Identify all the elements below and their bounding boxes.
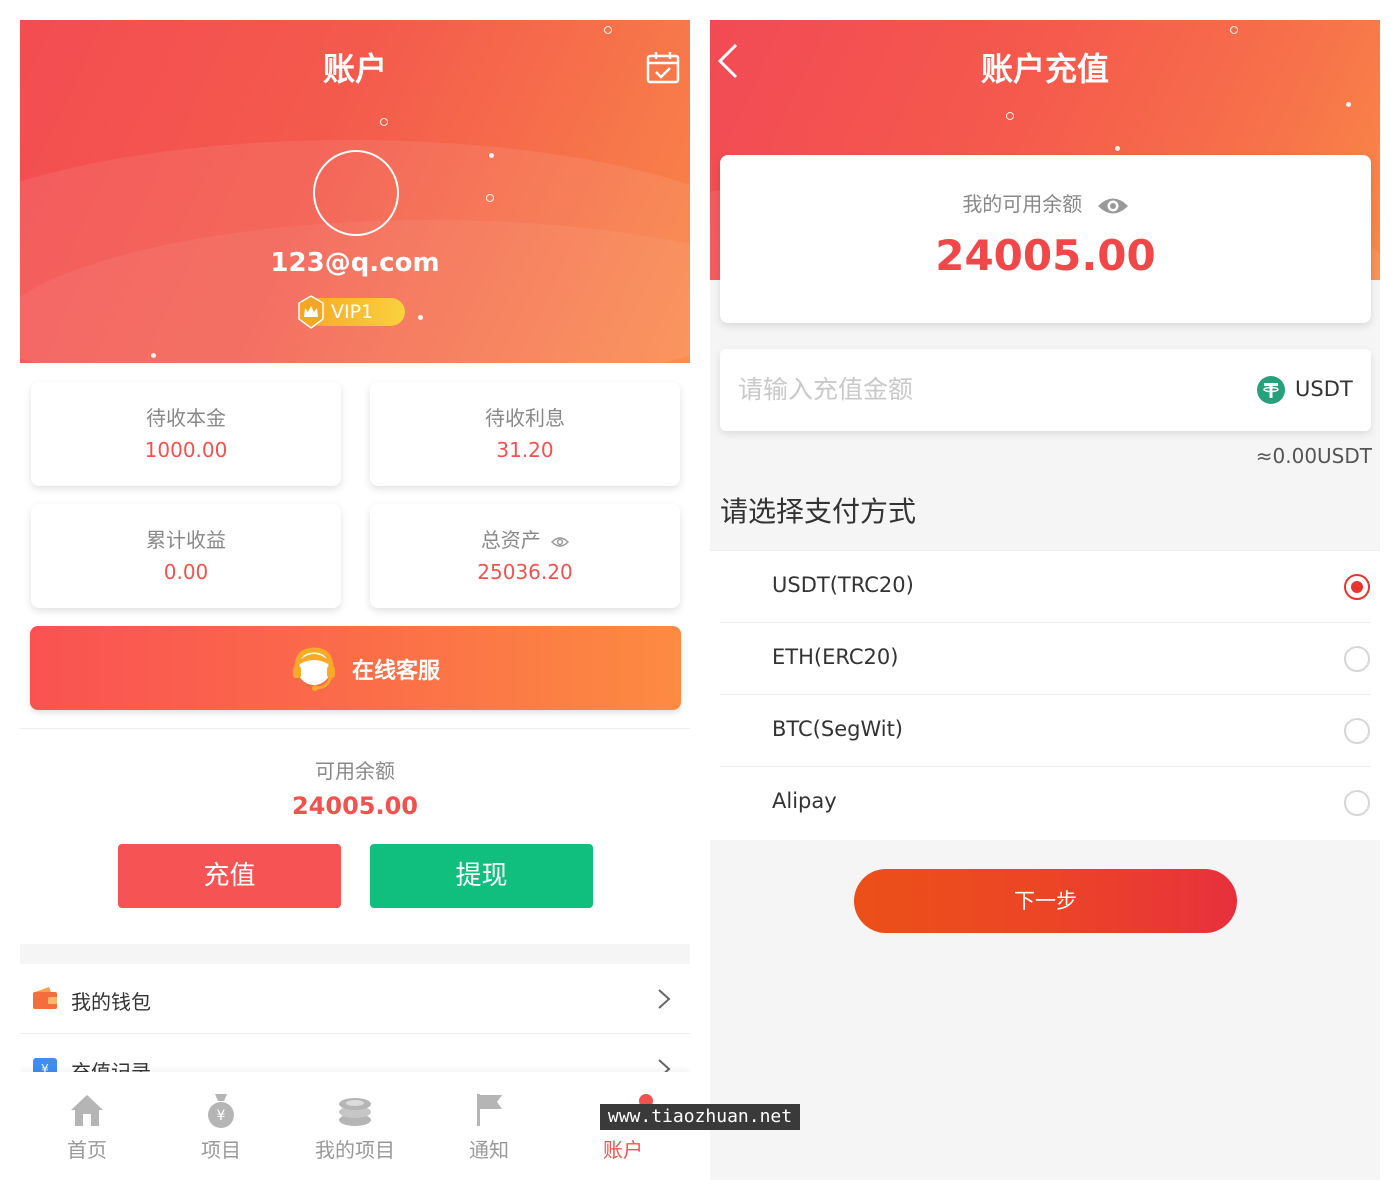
payment-method-list: USDT(TRC20) ETH(ERC20) BTC(SegWit) Alipa… bbox=[710, 550, 1380, 840]
available-value: 24005.00 bbox=[935, 231, 1156, 280]
money-bag-icon: ¥ bbox=[208, 1094, 234, 1128]
available-balance-card: 我的可用余额 24005.00 bbox=[720, 155, 1371, 323]
radio-button[interactable] bbox=[1344, 646, 1370, 672]
account-header: 账户 123@q.com VIP1 bbox=[20, 20, 690, 363]
tab-projects[interactable]: ¥ 项目 bbox=[154, 1072, 288, 1180]
recharge-screen: 账户充值 我的可用余额 24005.00 USDT ≈0.00USDT 请选择支… bbox=[710, 20, 1380, 1180]
stat-card-principal: 待收本金 1000.00 bbox=[31, 382, 341, 486]
page-title: 账户充值 bbox=[980, 50, 1109, 88]
available-label-row: 我的可用余额 bbox=[720, 188, 1371, 217]
recharge-button[interactable]: 充值 bbox=[118, 844, 341, 908]
usdt-coin-icon bbox=[1257, 376, 1285, 404]
stat-card-interest: 待收利息 31.20 bbox=[370, 382, 680, 486]
service-label: 在线客服 bbox=[352, 659, 441, 684]
withdraw-button[interactable]: 提现 bbox=[370, 844, 593, 908]
stat-card-earnings: 累计收益 0.00 bbox=[31, 504, 341, 608]
payment-option-label: USDT(TRC20) bbox=[772, 573, 914, 597]
currency-label: USDT bbox=[1295, 377, 1353, 401]
balance-value: 24005.00 bbox=[291, 792, 418, 820]
user-email: 123@q.com bbox=[270, 248, 440, 278]
decor-dot bbox=[486, 194, 494, 202]
coin-stack-icon bbox=[339, 1098, 371, 1126]
tab-home[interactable]: 首页 bbox=[20, 1072, 154, 1180]
chevron-right-icon bbox=[658, 989, 671, 1009]
next-step-button[interactable]: 下一步 bbox=[854, 869, 1237, 933]
menu-label: 我的钱包 bbox=[71, 990, 151, 1014]
decor-dot bbox=[604, 26, 612, 34]
wallet-icon bbox=[33, 987, 57, 1009]
tab-label: 通知 bbox=[469, 1138, 509, 1162]
radio-button[interactable] bbox=[1344, 790, 1370, 816]
eye-icon[interactable] bbox=[1097, 195, 1129, 217]
payment-option-alipay[interactable]: Alipay bbox=[720, 767, 1371, 839]
decor-dot bbox=[380, 118, 388, 126]
avatar[interactable] bbox=[313, 150, 399, 236]
calendar-checkin-icon[interactable] bbox=[646, 50, 680, 84]
tab-label: 我的项目 bbox=[315, 1138, 395, 1162]
radio-button-selected[interactable] bbox=[1344, 574, 1370, 600]
home-icon bbox=[71, 1095, 103, 1126]
svg-text:¥: ¥ bbox=[217, 1108, 226, 1124]
payment-option-label: BTC(SegWit) bbox=[772, 717, 904, 741]
decor-dot bbox=[1346, 102, 1351, 107]
payment-option-label: Alipay bbox=[772, 789, 837, 813]
payment-option-btc-segwit[interactable]: BTC(SegWit) bbox=[720, 695, 1371, 767]
crown-icon bbox=[298, 295, 324, 329]
bottom-tab-bar: 首页 ¥ 项目 我的项目 通知 账户 bbox=[20, 1072, 690, 1180]
payment-option-usdt-trc20[interactable]: USDT(TRC20) bbox=[720, 551, 1371, 623]
section-gap bbox=[20, 944, 690, 964]
balance-label: 可用余额 bbox=[315, 759, 395, 783]
payment-method-title: 请选择支付方式 bbox=[720, 495, 917, 528]
decor-dot bbox=[489, 153, 494, 158]
menu-item-wallet[interactable]: 我的钱包 bbox=[20, 964, 690, 1034]
stat-label-row: 总资产 bbox=[370, 524, 680, 553]
online-service-button[interactable]: 在线客服 bbox=[30, 626, 681, 710]
tab-label: 项目 bbox=[201, 1138, 241, 1162]
account-screen: 账户 123@q.com VIP1 待收本金 1000.00 待收利息 31.2… bbox=[20, 20, 690, 1180]
eye-icon[interactable] bbox=[551, 536, 570, 548]
tab-my-projects[interactable]: 我的项目 bbox=[288, 1072, 422, 1180]
tab-label: 账户 bbox=[603, 1138, 643, 1162]
decor-dot bbox=[418, 315, 423, 320]
stat-value: 31.20 bbox=[496, 438, 554, 462]
decor-dot bbox=[1115, 146, 1120, 151]
stat-label: 累计收益 bbox=[146, 528, 226, 552]
available-label: 我的可用余额 bbox=[962, 192, 1083, 216]
page-title: 账户 bbox=[322, 50, 387, 88]
payment-option-label: ETH(ERC20) bbox=[772, 645, 899, 669]
stat-label: 总资产 bbox=[480, 528, 541, 552]
stat-label: 待收利息 bbox=[485, 406, 565, 430]
stat-value: 0.00 bbox=[163, 560, 209, 584]
divider bbox=[20, 728, 690, 729]
stat-value: 1000.00 bbox=[144, 438, 228, 462]
payment-option-eth-erc20[interactable]: ETH(ERC20) bbox=[720, 623, 1371, 695]
approx-amount: ≈0.00USDT bbox=[1255, 444, 1372, 468]
amount-input-box: USDT bbox=[720, 349, 1371, 431]
headset-icon bbox=[293, 647, 335, 691]
stat-label: 待收本金 bbox=[146, 406, 226, 430]
stat-value: 25036.20 bbox=[477, 560, 573, 584]
recharge-amount-input[interactable] bbox=[738, 367, 1218, 411]
tab-label: 首页 bbox=[67, 1138, 107, 1162]
decor-dot bbox=[1006, 112, 1014, 120]
watermark: www.tiaozhuan.net bbox=[600, 1104, 800, 1130]
flag-icon bbox=[477, 1094, 502, 1126]
radio-button[interactable] bbox=[1344, 718, 1370, 744]
tab-notifications[interactable]: 通知 bbox=[422, 1072, 556, 1180]
decor-dot bbox=[1230, 26, 1238, 34]
stat-card-total-assets: 总资产 25036.20 bbox=[370, 504, 680, 608]
decor-dot bbox=[151, 353, 156, 358]
